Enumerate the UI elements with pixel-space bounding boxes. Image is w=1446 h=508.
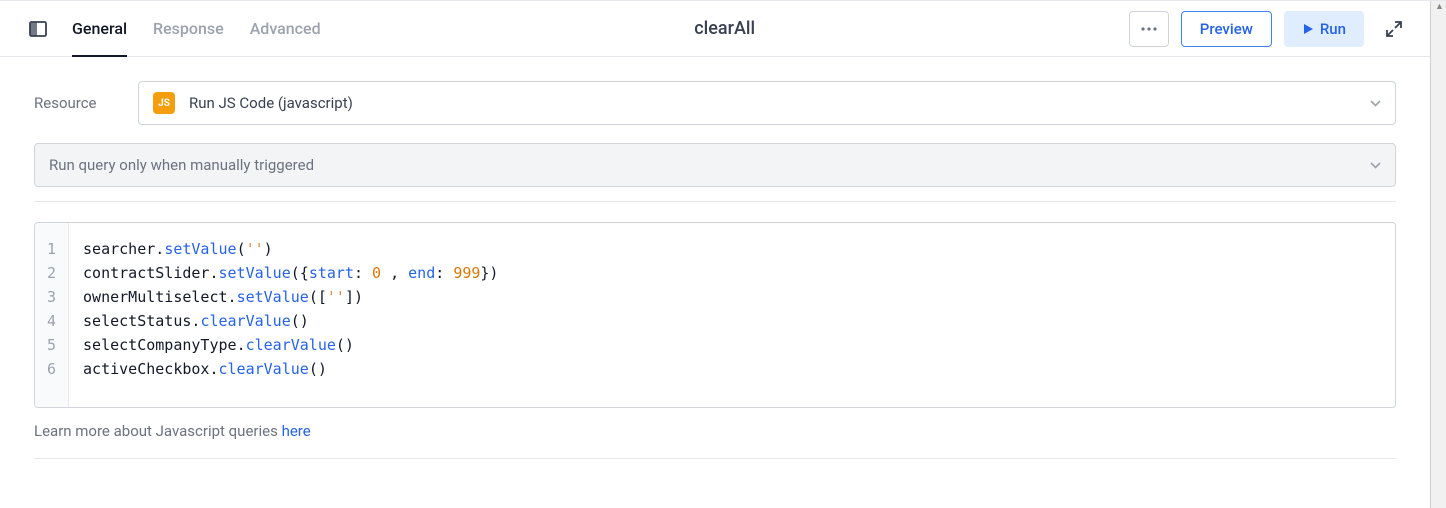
line-number: 3	[47, 285, 56, 309]
resource-row: Resource JS Run JS Code (javascript)	[34, 81, 1396, 125]
code-line: contractSlider.setValue({start: 0 , end:…	[83, 261, 1381, 285]
expand-icon[interactable]	[1382, 17, 1406, 41]
code-gutter: 1 2 3 4 5 6	[35, 223, 69, 407]
learn-more-text: Learn more about Javascript queries here	[34, 422, 1396, 440]
line-number: 2	[47, 261, 56, 285]
code-line: ownerMultiselect.setValue([''])	[83, 285, 1381, 309]
tab-advanced[interactable]: Advanced	[250, 1, 321, 56]
resource-select[interactable]: JS Run JS Code (javascript)	[138, 81, 1396, 125]
code-line: selectStatus.clearValue()	[83, 309, 1381, 333]
line-number: 6	[47, 357, 56, 381]
code-body[interactable]: searcher.setValue('') contractSlider.set…	[69, 223, 1395, 407]
line-number: 4	[47, 309, 56, 333]
trigger-select[interactable]: Run query only when manually triggered	[34, 143, 1396, 187]
chevron-down-icon	[1370, 96, 1381, 110]
chevron-down-icon	[1370, 158, 1381, 172]
code-line: searcher.setValue('')	[83, 237, 1381, 261]
js-badge-icon: JS	[153, 92, 175, 114]
divider	[34, 201, 1396, 202]
learn-more-link[interactable]: here	[282, 422, 311, 440]
line-number: 5	[47, 333, 56, 357]
code-line: selectCompanyType.clearValue()	[83, 333, 1381, 357]
preview-button[interactable]: Preview	[1181, 11, 1272, 47]
tab-general[interactable]: General	[72, 1, 127, 56]
scroll-up-icon[interactable]: ▲	[1435, 3, 1443, 11]
more-menu-button[interactable]	[1129, 11, 1169, 47]
panel-toggle-icon[interactable]	[24, 15, 52, 43]
tab-response[interactable]: Response	[153, 1, 224, 56]
divider	[34, 458, 1396, 459]
editor-content: Resource JS Run JS Code (javascript) Run…	[0, 57, 1430, 508]
header-actions: Preview Run	[1129, 11, 1406, 47]
resource-label: Resource	[34, 94, 138, 112]
trigger-row: Run query only when manually triggered	[34, 143, 1396, 187]
run-button[interactable]: Run	[1284, 11, 1364, 47]
line-number: 1	[47, 237, 56, 261]
play-icon	[1302, 23, 1314, 35]
trigger-select-text: Run query only when manually triggered	[49, 156, 1370, 174]
tabs: General Response Advanced	[72, 1, 321, 56]
query-title[interactable]: clearAll	[321, 18, 1129, 39]
resource-select-text: Run JS Code (javascript)	[189, 94, 1370, 112]
code-editor[interactable]: 1 2 3 4 5 6 searcher.setValue('') contra…	[34, 222, 1396, 408]
editor-header: General Response Advanced clearAll Previ…	[0, 1, 1430, 57]
vertical-scrollbar[interactable]: ▲	[1430, 1, 1446, 508]
run-button-label: Run	[1320, 20, 1346, 38]
code-line: activeCheckbox.clearValue()	[83, 357, 1381, 381]
